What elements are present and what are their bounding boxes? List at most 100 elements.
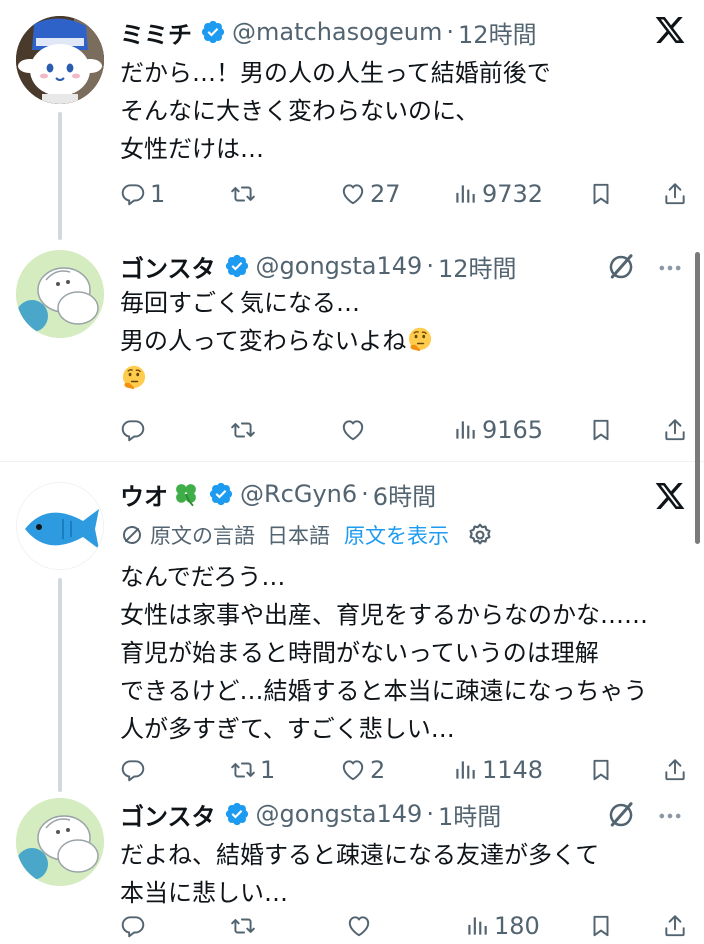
thread-line	[58, 578, 62, 792]
reply-button[interactable]	[120, 750, 146, 790]
like-button[interactable]	[340, 410, 366, 450]
retweet-count: 1	[260, 756, 276, 784]
tweet-2[interactable]: ゴンスタ @gongsta149 · 12時間 毎回すごく気になる… 男の人って…	[0, 240, 704, 460]
like-icon	[340, 417, 366, 443]
fish-avatar-image	[17, 483, 103, 569]
bookmark-button[interactable]	[588, 174, 614, 214]
like-button[interactable]: 27	[340, 174, 401, 214]
display-name[interactable]: ウオ	[120, 477, 168, 512]
reply-button[interactable]	[120, 410, 146, 450]
tweet-header: ミミチ @matchasogeum · 12時間	[120, 12, 537, 52]
retweet-button[interactable]	[230, 906, 256, 944]
retweet-icon	[230, 181, 256, 207]
like-count: 27	[370, 180, 401, 208]
translate-source-label: 原文の言語	[150, 524, 255, 548]
gear-icon[interactable]	[467, 522, 493, 548]
verified-badge-icon	[224, 801, 250, 827]
retweet-button[interactable]	[230, 410, 256, 450]
avatar-uo[interactable]	[16, 482, 104, 570]
tweet-header: ウオ @RcGyn6 · 6時間	[120, 474, 436, 514]
action-bar: 180	[120, 906, 690, 944]
avatar-gongsta[interactable]	[16, 250, 104, 338]
x-logo-icon[interactable]	[654, 480, 686, 512]
bookmark-icon	[588, 913, 614, 939]
display-name[interactable]: ゴンスタ	[120, 249, 216, 284]
timestamp[interactable]: 12時間	[438, 249, 517, 284]
reply-count: 1	[150, 180, 166, 208]
retweet-button[interactable]	[230, 174, 260, 214]
bookmark-button[interactable]	[588, 750, 614, 790]
timestamp[interactable]: 6時間	[373, 477, 436, 512]
bookmark-icon	[588, 757, 614, 783]
reply-button[interactable]: 1	[120, 174, 165, 214]
tweet-text: だよね、結婚すると疎遠になる友達が多くて 本当に悲しい…	[120, 841, 600, 907]
bookmark-icon	[588, 181, 614, 207]
tweet-text-line: 男の人って変わらないよね	[120, 322, 434, 360]
avatar-gongsta[interactable]	[16, 798, 104, 886]
view-count: 1148	[482, 756, 544, 784]
like-icon	[346, 913, 372, 939]
bookmark-button[interactable]	[588, 906, 614, 944]
user-handle[interactable]: @RcGyn6	[240, 480, 357, 508]
reply-icon	[120, 181, 146, 207]
separator-dot: ·	[361, 480, 369, 508]
views-icon	[452, 181, 478, 207]
bookmark-button[interactable]	[588, 410, 614, 450]
share-button[interactable]	[662, 174, 688, 214]
action-bar: 1 2 1148	[120, 750, 690, 790]
four-leaf-clover-icon	[176, 484, 196, 507]
like-button[interactable]: 2	[340, 750, 385, 790]
tweet-header: ゴンスタ @gongsta149 · 12時間	[120, 246, 517, 286]
bookmark-icon	[588, 417, 614, 443]
views-button[interactable]: 9732	[452, 174, 543, 214]
share-button[interactable]	[662, 410, 688, 450]
user-handle[interactable]: @gongsta149	[256, 800, 423, 828]
grok-icon[interactable]	[606, 252, 636, 282]
tweet-text-line	[120, 360, 434, 398]
gongsta-avatar-image	[16, 250, 104, 338]
views-button[interactable]: 9165	[452, 410, 543, 450]
tweet-text-line: 毎回すごく気になる…	[120, 289, 360, 317]
user-handle[interactable]: @gongsta149	[256, 252, 423, 280]
reply-icon	[120, 757, 146, 783]
tweet-1[interactable]: ミミチ @matchasogeum · 12時間 だから…！男の人の人生って結婚…	[0, 0, 704, 240]
share-button[interactable]	[662, 906, 688, 944]
reply-icon	[120, 417, 146, 443]
view-count: 9732	[482, 180, 544, 208]
views-button[interactable]: 180	[464, 906, 540, 944]
display-name[interactable]: ミミチ	[120, 15, 192, 50]
views-button[interactable]: 1148	[452, 750, 543, 790]
share-icon	[662, 757, 688, 783]
user-handle[interactable]: @matchasogeum	[232, 18, 442, 46]
gongsta-avatar-image	[16, 798, 104, 886]
retweet-icon	[230, 757, 256, 783]
x-logo-icon[interactable]	[654, 14, 686, 46]
scrollbar[interactable]	[695, 252, 700, 544]
timestamp[interactable]: 1時間	[438, 797, 501, 832]
avatar-mimichi[interactable]	[16, 16, 104, 104]
retweet-button[interactable]: 1	[230, 750, 275, 790]
separator-dot: ·	[426, 800, 434, 828]
views-icon	[452, 417, 478, 443]
show-original-link[interactable]: 原文を表示	[344, 520, 449, 550]
tweet-4[interactable]: ゴンスタ @gongsta149 · 1時間 だよね、結婚すると疎遠になる友達が…	[0, 792, 704, 944]
timestamp[interactable]: 12時間	[458, 15, 537, 50]
view-count: 180	[494, 912, 540, 940]
reply-button[interactable]	[120, 906, 146, 944]
grok-icon[interactable]	[606, 800, 636, 830]
like-button[interactable]	[346, 906, 372, 944]
action-bar: 9165	[120, 410, 690, 450]
views-icon	[452, 757, 478, 783]
share-button[interactable]	[662, 750, 688, 790]
like-icon	[340, 757, 366, 783]
more-icon[interactable]	[656, 802, 684, 830]
like-count: 2	[370, 756, 386, 784]
display-name[interactable]: ゴンスタ	[120, 797, 216, 832]
separator-dot: ·	[446, 18, 455, 46]
translate-language: 日本語	[267, 524, 330, 548]
share-icon	[662, 913, 688, 939]
more-icon[interactable]	[656, 254, 684, 282]
tweet-3[interactable]: ウオ @RcGyn6 · 6時間 原文の言語 日本語 原文を表示 なんでだろう……	[0, 462, 704, 792]
tweet-text-span: 男の人って変わらないよね	[120, 327, 407, 355]
retweet-icon	[230, 913, 256, 939]
